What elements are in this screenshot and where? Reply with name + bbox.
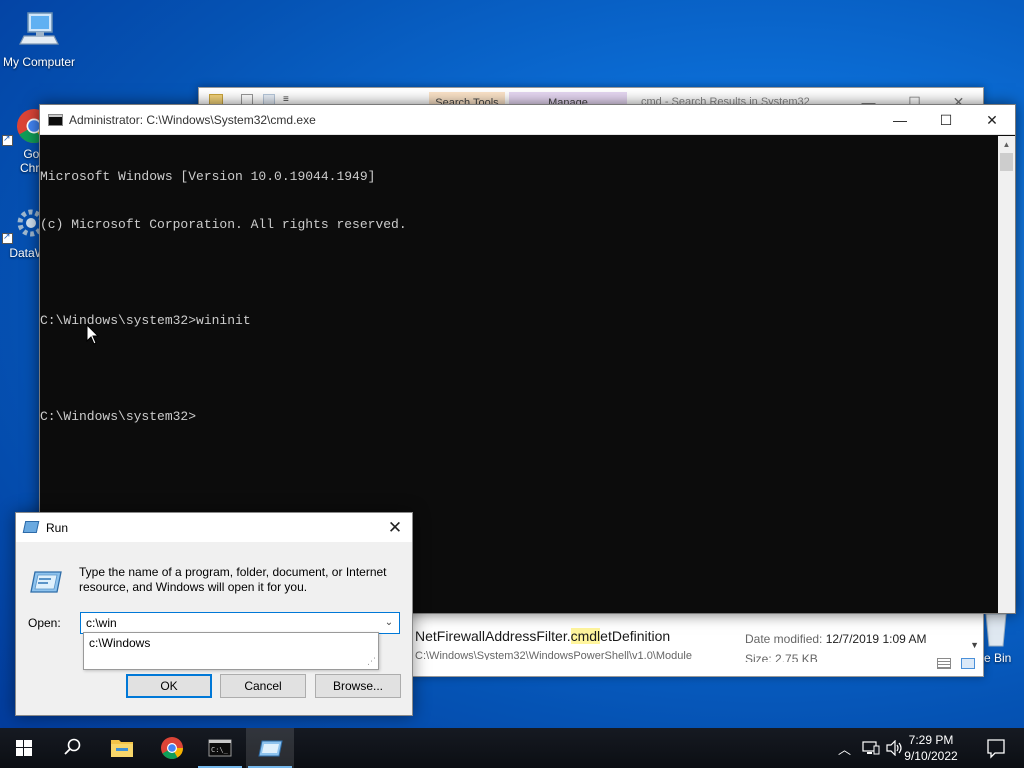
clock-date: 9/10/2022 <box>904 749 958 763</box>
start-button[interactable] <box>0 728 48 768</box>
search-result-path: C:\Windows\System32\WindowsPowerShell\v1… <box>415 650 692 660</box>
notification-icon <box>987 739 1005 759</box>
search-highlight: cmdl <box>570 628 601 644</box>
open-label: Open: <box>28 616 61 630</box>
windows-logo-icon <box>16 740 32 756</box>
run-close-button[interactable]: ✕ <box>384 517 406 539</box>
recycle-bin-icon <box>984 612 1008 648</box>
run-dialog[interactable]: Run ✕ Type the name of a program, folder… <box>15 512 413 716</box>
console-line: C:\Windows\system32> <box>40 409 197 424</box>
cmd-maximize-button[interactable]: ☐ <box>923 105 969 135</box>
scroll-down-arrow[interactable]: ▼ <box>970 640 979 650</box>
clock-time: 7:29 PM <box>908 733 954 747</box>
cmd-minimize-button[interactable]: — <box>877 105 923 135</box>
run-program-icon <box>30 571 62 593</box>
taskbar: C:\_ ︿ 7:29 PM 9/10/2022 <box>0 728 1024 768</box>
computer-icon <box>18 10 60 52</box>
cancel-button[interactable]: Cancel <box>220 674 306 698</box>
terminal-icon: C:\_ <box>208 739 232 757</box>
run-icon <box>258 740 283 757</box>
console-line: (c) Microsoft Corporation. All rights re… <box>40 217 407 232</box>
taskbar-run[interactable] <box>246 728 294 768</box>
console-line: C:\Windows\system32>wininit <box>40 313 251 328</box>
open-combobox[interactable]: ⌄ <box>80 612 400 634</box>
scroll-up-arrow[interactable]: ▲ <box>998 136 1015 153</box>
search-result-item[interactable]: NetFirewallAddressFilter.cmdletDefinitio… <box>415 624 975 668</box>
chevron-up-icon[interactable]: ︿ <box>838 739 851 758</box>
ok-button[interactable]: OK <box>126 674 212 698</box>
run-title: Run <box>46 521 69 535</box>
run-description: Type the name of a program, folder, docu… <box>79 565 387 594</box>
chrome-icon <box>161 737 183 759</box>
browse-button[interactable]: Browse... <box>315 674 401 698</box>
cmd-title: Administrator: C:\Windows\System32\cmd.e… <box>69 113 316 127</box>
open-input[interactable] <box>81 613 373 633</box>
resize-grip-icon[interactable]: ⋰ <box>367 656 376 667</box>
cmd-titlebar[interactable]: Administrator: C:\Windows\System32\cmd.e… <box>40 105 1015 135</box>
desktop-icon-label: e Bin <box>984 651 1012 665</box>
taskbar-cmd[interactable]: C:\_ <box>196 728 244 768</box>
autocomplete-dropdown[interactable]: c:\Windows ⋰ <box>83 632 379 670</box>
taskbar-clock[interactable]: 7:29 PM 9/10/2022 <box>896 732 966 764</box>
shortcut-arrow-icon <box>2 133 13 146</box>
cmd-icon <box>48 114 63 126</box>
file-size: Size: 2.75 KB <box>745 652 818 662</box>
folder-icon <box>111 740 133 757</box>
svg-text:C:\_: C:\_ <box>211 746 229 754</box>
network-icon[interactable] <box>862 740 880 756</box>
scroll-thumb[interactable] <box>1000 153 1013 171</box>
desktop-icon-label: My Computer <box>2 55 76 69</box>
date-modified: Date modified: 12/7/2019 1:09 AM <box>745 632 927 646</box>
search-icon <box>64 738 81 755</box>
run-icon <box>22 521 40 533</box>
search-result-name: NetFirewallAddressFilter.cmdletDefinitio… <box>415 628 671 644</box>
taskbar-chrome[interactable] <box>148 728 196 768</box>
mouse-cursor-icon <box>86 324 100 345</box>
chevron-down-icon[interactable]: ⌄ <box>379 613 399 633</box>
notification-button[interactable] <box>976 728 1016 768</box>
large-icons-view-icon[interactable] <box>961 658 975 669</box>
shortcut-arrow-icon <box>2 231 13 244</box>
autocomplete-item[interactable]: c:\Windows <box>84 633 378 653</box>
run-titlebar[interactable]: Run ✕ <box>16 513 412 542</box>
details-view-icon[interactable] <box>937 658 951 669</box>
cmd-scrollbar[interactable]: ▲ <box>998 136 1015 613</box>
console-line: Microsoft Windows [Version 10.0.19044.19… <box>40 169 376 184</box>
cmd-close-button[interactable]: ✕ <box>969 105 1015 135</box>
run-body: Type the name of a program, folder, docu… <box>16 542 412 715</box>
taskbar-file-explorer[interactable] <box>98 728 146 768</box>
desktop-icon-recycle-bin[interactable]: e Bin <box>984 612 1024 665</box>
desktop-icon-my-computer[interactable]: My Computer <box>0 10 78 69</box>
search-button[interactable] <box>48 728 96 768</box>
